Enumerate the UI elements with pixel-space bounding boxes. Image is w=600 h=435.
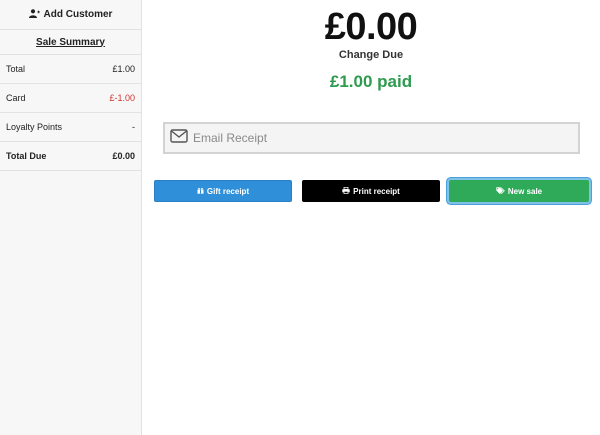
summary-label: Total (6, 64, 26, 74)
email-receipt-field[interactable] (163, 122, 580, 154)
summary-row-total: Total £1.00 (0, 55, 141, 84)
user-plus-icon (28, 8, 44, 21)
summary-row-loyalty-points: Loyalty Points - (0, 113, 141, 142)
envelope-icon (170, 128, 193, 148)
gift-icon (197, 187, 207, 196)
sale-summary-title: Sale Summary (0, 30, 141, 55)
change-due-label: Change Due (338, 49, 404, 61)
summary-label: Card (6, 93, 26, 103)
summary-value: £0.00 (112, 151, 135, 161)
gift-receipt-button[interactable]: Gift receipt (154, 180, 292, 202)
print-icon (342, 186, 353, 196)
sidebar: Add Customer Sale Summary Total £1.00 Ca… (0, 0, 142, 435)
gift-receipt-label: Gift receipt (206, 186, 250, 196)
summary-label: Total Due (6, 151, 47, 161)
paid-amount: £1.00 paid (329, 72, 413, 91)
summary-value: - (132, 122, 135, 132)
add-customer-button[interactable]: Add Customer (0, 0, 141, 30)
summary-row-card: Card £-1.00 (0, 84, 141, 113)
print-receipt-label: Print receipt (353, 186, 400, 196)
add-customer-label: Add Customer (43, 9, 113, 20)
print-receipt-button[interactable]: Print receipt (302, 180, 440, 202)
email-receipt-input[interactable] (193, 131, 553, 145)
summary-value: £-1.00 (109, 93, 135, 103)
main-panel: £0.00 Change Due £1.00 paid Gift receipt (142, 0, 600, 435)
new-sale-label: New sale (507, 186, 543, 196)
new-sale-button[interactable]: New sale (449, 180, 589, 202)
summary-label: Loyalty Points (6, 122, 63, 132)
summary-value: £1.00 (112, 64, 135, 74)
summary-row-total-due: Total Due £0.00 (0, 142, 141, 171)
tags-icon (496, 186, 508, 196)
change-due-amount: £0.00 (324, 6, 418, 48)
